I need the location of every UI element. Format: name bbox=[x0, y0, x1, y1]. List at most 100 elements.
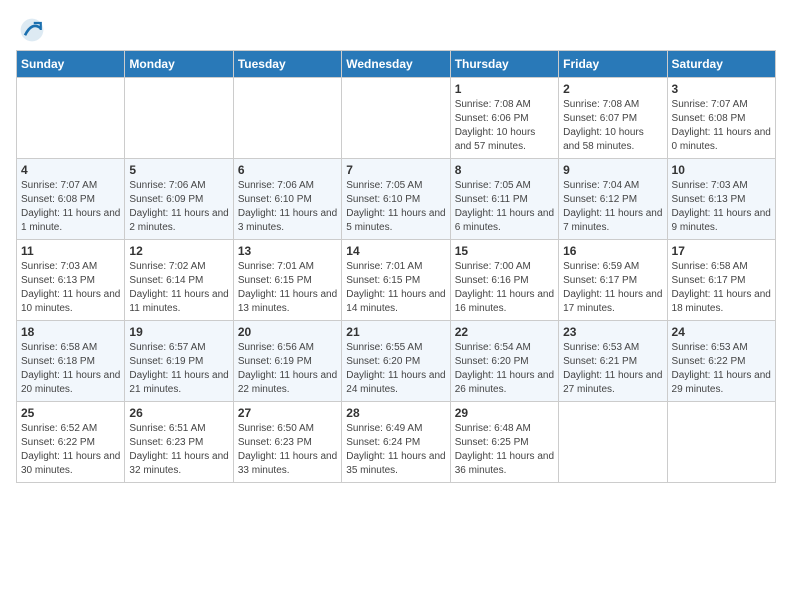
day-info: Sunrise: 7:03 AM Sunset: 6:13 PM Dayligh… bbox=[21, 260, 120, 316]
calendar-cell: 11 Sunrise: 7:03 AM Sunset: 6:13 PM Dayli… bbox=[17, 240, 125, 321]
day-number: 4 bbox=[21, 163, 120, 177]
day-number: 7 bbox=[346, 163, 445, 177]
day-info: Sunrise: 6:48 AM Sunset: 6:25 PM Dayligh… bbox=[455, 422, 554, 478]
calendar-cell: 23 Sunrise: 6:53 AM Sunset: 6:21 PM Dayli… bbox=[559, 321, 667, 402]
day-number: 29 bbox=[455, 406, 554, 420]
calendar-cell: 26 Sunrise: 6:51 AM Sunset: 6:23 PM Dayli… bbox=[125, 402, 233, 483]
day-info: Sunrise: 7:08 AM Sunset: 6:07 PM Dayligh… bbox=[563, 98, 662, 154]
day-number: 26 bbox=[129, 406, 228, 420]
day-info: Sunrise: 6:50 AM Sunset: 6:23 PM Dayligh… bbox=[238, 422, 337, 478]
calendar-cell: 22 Sunrise: 6:54 AM Sunset: 6:20 PM Dayli… bbox=[450, 321, 558, 402]
day-number: 23 bbox=[563, 325, 662, 339]
calendar-cell bbox=[342, 78, 450, 159]
day-info: Sunrise: 7:04 AM Sunset: 6:12 PM Dayligh… bbox=[563, 179, 662, 235]
calendar-cell: 7Sunrise: 7:05 AM Sunset: 6:10 PM Daylig… bbox=[342, 159, 450, 240]
day-info: Sunrise: 6:52 AM Sunset: 6:22 PM Dayligh… bbox=[21, 422, 120, 478]
day-info: Sunrise: 7:02 AM Sunset: 6:14 PM Dayligh… bbox=[129, 260, 228, 316]
calendar-row-5: 25 Sunrise: 6:52 AM Sunset: 6:22 PM Dayli… bbox=[17, 402, 776, 483]
calendar-cell bbox=[233, 78, 341, 159]
calendar-cell: 6 Sunrise: 7:06 AM Sunset: 6:10 PM Daylig… bbox=[233, 159, 341, 240]
day-number: 28 bbox=[346, 406, 445, 420]
day-info: Sunrise: 7:06 AM Sunset: 6:10 PM Dayligh… bbox=[238, 179, 337, 235]
calendar-cell bbox=[125, 78, 233, 159]
day-number: 10 bbox=[672, 163, 771, 177]
day-info: Sunrise: 7:05 AM Sunset: 6:11 PM Dayligh… bbox=[455, 179, 554, 235]
calendar-cell: 21 Sunrise: 6:55 AM Sunset: 6:20 PM Dayli… bbox=[342, 321, 450, 402]
day-number: 6 bbox=[238, 163, 337, 177]
day-number: 14 bbox=[346, 244, 445, 258]
day-number: 20 bbox=[238, 325, 337, 339]
day-info: Sunrise: 6:57 AM Sunset: 6:19 PM Dayligh… bbox=[129, 341, 228, 397]
day-info: Sunrise: 6:53 AM Sunset: 6:22 PM Dayligh… bbox=[672, 341, 771, 397]
day-info: Sunrise: 7:03 AM Sunset: 6:13 PM Dayligh… bbox=[672, 179, 771, 235]
calendar-cell: 5 Sunrise: 7:06 AM Sunset: 6:09 PM Daylig… bbox=[125, 159, 233, 240]
calendar-row-4: 18 Sunrise: 6:58 AM Sunset: 6:18 PM Dayli… bbox=[17, 321, 776, 402]
day-info: Sunrise: 7:07 AM Sunset: 6:08 PM Dayligh… bbox=[21, 179, 120, 235]
day-info: Sunrise: 6:58 AM Sunset: 6:18 PM Dayligh… bbox=[21, 341, 120, 397]
calendar-cell: 15 Sunrise: 7:00 AM Sunset: 6:16 PM Dayli… bbox=[450, 240, 558, 321]
day-info: Sunrise: 6:56 AM Sunset: 6:19 PM Dayligh… bbox=[238, 341, 337, 397]
day-number: 12 bbox=[129, 244, 228, 258]
day-number: 11 bbox=[21, 244, 120, 258]
calendar-cell: 25 Sunrise: 6:52 AM Sunset: 6:22 PM Dayli… bbox=[17, 402, 125, 483]
calendar-row-1: 1 Sunrise: 7:08 AM Sunset: 6:06 PM Daylig… bbox=[17, 78, 776, 159]
col-header-saturday: Saturday bbox=[667, 51, 775, 78]
calendar-cell: 9 Sunrise: 7:04 AM Sunset: 6:12 PM Daylig… bbox=[559, 159, 667, 240]
day-info: Sunrise: 7:06 AM Sunset: 6:09 PM Dayligh… bbox=[129, 179, 228, 235]
day-info: Sunrise: 7:01 AM Sunset: 6:15 PM Dayligh… bbox=[346, 260, 445, 316]
calendar-cell: 27 Sunrise: 6:50 AM Sunset: 6:23 PM Dayli… bbox=[233, 402, 341, 483]
day-number: 1 bbox=[455, 82, 554, 96]
day-number: 3 bbox=[672, 82, 771, 96]
day-number: 24 bbox=[672, 325, 771, 339]
day-info: Sunrise: 7:08 AM Sunset: 6:06 PM Dayligh… bbox=[455, 98, 554, 154]
day-info: Sunrise: 6:59 AM Sunset: 6:17 PM Dayligh… bbox=[563, 260, 662, 316]
calendar-cell: 19 Sunrise: 6:57 AM Sunset: 6:19 PM Dayli… bbox=[125, 321, 233, 402]
day-number: 5 bbox=[129, 163, 228, 177]
calendar-cell bbox=[17, 78, 125, 159]
day-info: Sunrise: 6:55 AM Sunset: 6:20 PM Dayligh… bbox=[346, 341, 445, 397]
calendar-cell: 10 Sunrise: 7:03 AM Sunset: 6:13 PM Dayli… bbox=[667, 159, 775, 240]
calendar-row-2: 4 Sunrise: 7:07 AM Sunset: 6:08 PM Daylig… bbox=[17, 159, 776, 240]
col-header-wednesday: Wednesday bbox=[342, 51, 450, 78]
day-info: Sunrise: 7:07 AM Sunset: 6:08 PM Dayligh… bbox=[672, 98, 771, 154]
calendar-cell: 16Sunrise: 6:59 AM Sunset: 6:17 PM Dayli… bbox=[559, 240, 667, 321]
calendar-cell: 24 Sunrise: 6:53 AM Sunset: 6:22 PM Dayli… bbox=[667, 321, 775, 402]
day-number: 25 bbox=[21, 406, 120, 420]
day-number: 15 bbox=[455, 244, 554, 258]
day-info: Sunrise: 6:51 AM Sunset: 6:23 PM Dayligh… bbox=[129, 422, 228, 478]
col-header-friday: Friday bbox=[559, 51, 667, 78]
calendar-cell bbox=[559, 402, 667, 483]
day-number: 18 bbox=[21, 325, 120, 339]
day-number: 22 bbox=[455, 325, 554, 339]
calendar-cell: 28Sunrise: 6:49 AM Sunset: 6:24 PM Dayli… bbox=[342, 402, 450, 483]
calendar-cell: 4 Sunrise: 7:07 AM Sunset: 6:08 PM Daylig… bbox=[17, 159, 125, 240]
day-info: Sunrise: 7:01 AM Sunset: 6:15 PM Dayligh… bbox=[238, 260, 337, 316]
col-header-sunday: Sunday bbox=[17, 51, 125, 78]
page-wrapper: SundayMondayTuesdayWednesdayThursdayFrid… bbox=[16, 16, 776, 483]
calendar-cell: 18 Sunrise: 6:58 AM Sunset: 6:18 PM Dayli… bbox=[17, 321, 125, 402]
calendar-cell: 1 Sunrise: 7:08 AM Sunset: 6:06 PM Daylig… bbox=[450, 78, 558, 159]
day-number: 8 bbox=[455, 163, 554, 177]
day-info: Sunrise: 6:54 AM Sunset: 6:20 PM Dayligh… bbox=[455, 341, 554, 397]
calendar-cell: 2 Sunrise: 7:08 AM Sunset: 6:07 PM Daylig… bbox=[559, 78, 667, 159]
day-number: 21 bbox=[346, 325, 445, 339]
col-header-thursday: Thursday bbox=[450, 51, 558, 78]
day-number: 19 bbox=[129, 325, 228, 339]
day-number: 13 bbox=[238, 244, 337, 258]
day-number: 9 bbox=[563, 163, 662, 177]
day-number: 27 bbox=[238, 406, 337, 420]
header bbox=[16, 16, 776, 44]
calendar-cell: 14 Sunrise: 7:01 AM Sunset: 6:15 PM Dayli… bbox=[342, 240, 450, 321]
calendar-table: SundayMondayTuesdayWednesdayThursdayFrid… bbox=[16, 50, 776, 483]
calendar-row-3: 11 Sunrise: 7:03 AM Sunset: 6:13 PM Dayli… bbox=[17, 240, 776, 321]
calendar-cell: 20 Sunrise: 6:56 AM Sunset: 6:19 PM Dayli… bbox=[233, 321, 341, 402]
day-number: 2 bbox=[563, 82, 662, 96]
day-number: 17 bbox=[672, 244, 771, 258]
calendar-cell: 8 Sunrise: 7:05 AM Sunset: 6:11 PM Daylig… bbox=[450, 159, 558, 240]
calendar-cell: 3 Sunrise: 7:07 AM Sunset: 6:08 PM Daylig… bbox=[667, 78, 775, 159]
calendar-cell: 17Sunrise: 6:58 AM Sunset: 6:17 PM Dayli… bbox=[667, 240, 775, 321]
day-info: Sunrise: 7:00 AM Sunset: 6:16 PM Dayligh… bbox=[455, 260, 554, 316]
calendar-cell: 29 Sunrise: 6:48 AM Sunset: 6:25 PM Dayli… bbox=[450, 402, 558, 483]
header-row: SundayMondayTuesdayWednesdayThursdayFrid… bbox=[17, 51, 776, 78]
day-info: Sunrise: 6:53 AM Sunset: 6:21 PM Dayligh… bbox=[563, 341, 662, 397]
